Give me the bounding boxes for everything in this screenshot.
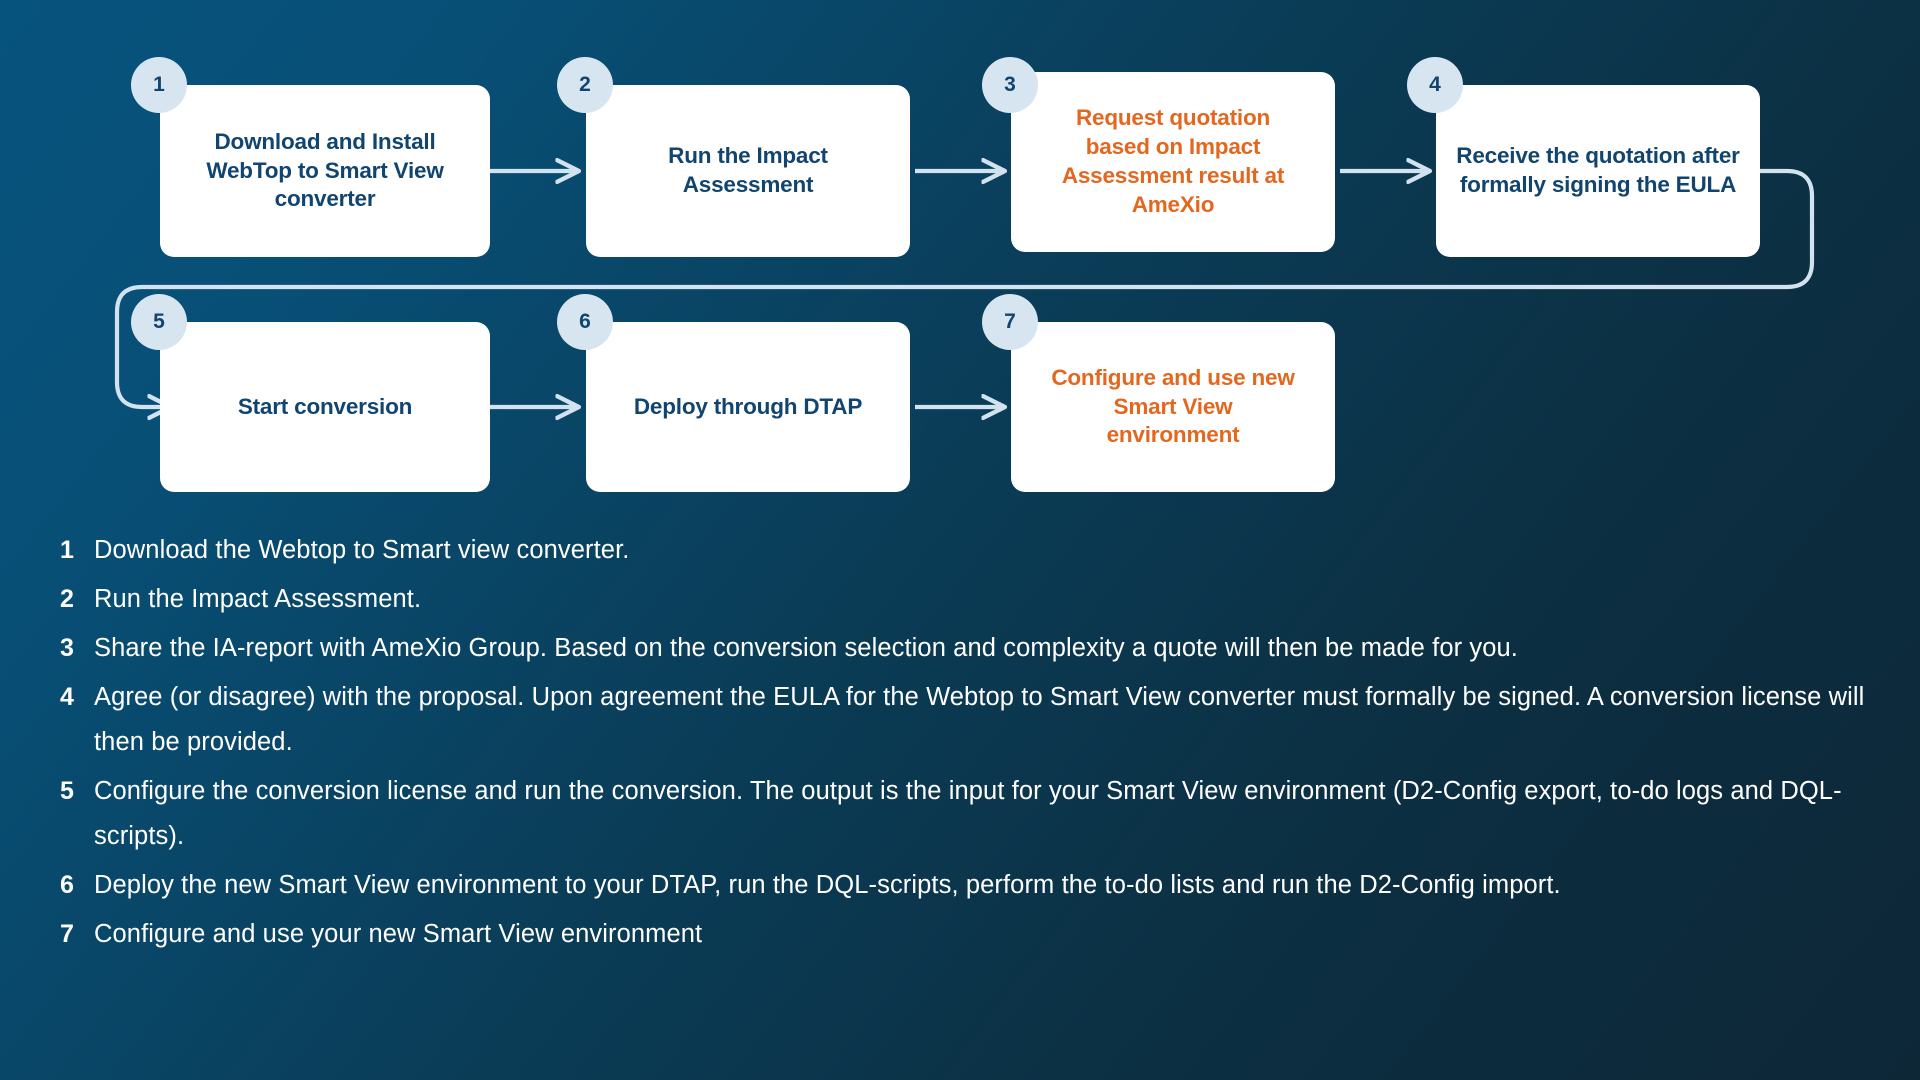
flow-node-6-badge: 6: [557, 294, 613, 350]
flow-node-7-badge: 7: [982, 294, 1038, 350]
flow-node-2-badge: 2: [557, 57, 613, 113]
list-item-text: Agree (or disagree) with the proposal. U…: [94, 683, 1865, 756]
flow-node-5-label: Start conversion: [237, 393, 413, 419]
process-flow-diagram: Download and Install WebTop to Smart Vie…: [0, 0, 1920, 510]
list-item: 3 Share the IA-report with AmeXio Group.…: [56, 626, 1866, 671]
list-item-number: 4: [60, 683, 74, 711]
list-item: 4 Agree (or disagree) with the proposal.…: [56, 675, 1866, 765]
flow-node-1-badge: 1: [131, 57, 187, 113]
flow-node-6-box[interactable]: Deploy through DTAP: [586, 322, 910, 492]
list-item-number: 2: [60, 585, 74, 613]
flow-node-7-label: Configure and use new Smart View environ…: [1051, 364, 1295, 448]
list-item-number: 6: [60, 871, 74, 899]
list-item-number: 5: [60, 777, 74, 805]
flow-node-4-label: Receive the quotation after formally sig…: [1456, 143, 1740, 197]
list-item-text: Share the IA-report with AmeXio Group. B…: [94, 634, 1518, 662]
flow-node-2-box[interactable]: Run the Impact Assessment: [586, 85, 910, 257]
flow-node-4-box[interactable]: Receive the quotation after formally sig…: [1436, 85, 1760, 257]
flow-node-3-label: Request quotation based on Impact Assess…: [1061, 105, 1285, 217]
list-item: 1 Download the Webtop to Smart view conv…: [56, 528, 1866, 573]
list-item: 7 Configure and use your new Smart View …: [56, 912, 1866, 957]
flow-node-1-label: Download and Install WebTop to Smart Vie…: [206, 128, 444, 212]
list-item-number: 3: [60, 634, 74, 662]
list-item: 6 Deploy the new Smart View environment …: [56, 863, 1866, 908]
flow-node-5-badge: 5: [131, 294, 187, 350]
list-item-text: Configure the conversion license and run…: [94, 777, 1842, 850]
flow-node-7-box[interactable]: Configure and use new Smart View environ…: [1011, 322, 1335, 492]
flow-node-3-box[interactable]: Request quotation based on Impact Assess…: [1011, 72, 1335, 252]
list-item: 5 Configure the conversion license and r…: [56, 769, 1866, 859]
flow-node-4-badge: 4: [1407, 57, 1463, 113]
list-item-text: Run the Impact Assessment.: [94, 585, 422, 613]
list-item-text: Download the Webtop to Smart view conver…: [94, 536, 630, 564]
list-item: 2 Run the Impact Assessment.: [56, 577, 1866, 622]
flow-node-2-label: Run the Impact Assessment: [668, 143, 828, 197]
flow-node-3-badge: 3: [982, 57, 1038, 113]
list-item-number: 1: [60, 536, 74, 564]
flow-node-1-box[interactable]: Download and Install WebTop to Smart Vie…: [160, 85, 490, 257]
flow-node-6-label: Deploy through DTAP: [633, 393, 863, 419]
flow-node-5-box[interactable]: Start conversion: [160, 322, 490, 492]
list-item-text: Deploy the new Smart View environment to…: [94, 871, 1561, 899]
list-item-text: Configure and use your new Smart View en…: [94, 920, 703, 948]
steps-list: 1 Download the Webtop to Smart view conv…: [56, 528, 1866, 961]
list-item-number: 7: [60, 920, 74, 948]
